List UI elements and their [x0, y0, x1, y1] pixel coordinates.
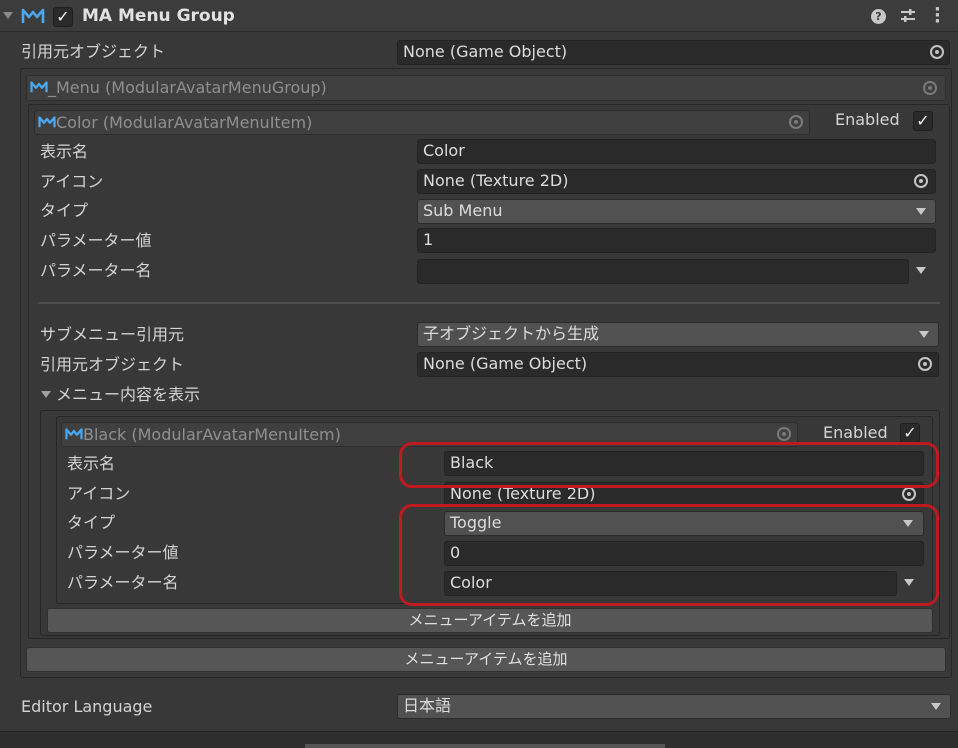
- modular-avatar-logo-icon: [30, 81, 48, 93]
- black-enabled-label: Enabled: [823, 423, 888, 442]
- color-display-name-field[interactable]: Color: [417, 139, 936, 164]
- color-submenu-source-dropdown[interactable]: 子オブジェクトから生成: [417, 322, 939, 347]
- component-title: MA Menu Group: [82, 6, 235, 26]
- color-param-value-field[interactable]: 1: [417, 228, 936, 253]
- black-param-name-label: パラメーター名: [67, 573, 179, 592]
- black-object-label: Black (ModularAvatarMenuItem): [83, 425, 341, 444]
- kebab-menu-icon[interactable]: · · ·: [934, 1, 941, 31]
- color-enabled-label: Enabled: [835, 110, 900, 129]
- chevron-down-icon[interactable]: [916, 267, 926, 274]
- color-submenu-source-label: サブメニュー引用元: [40, 325, 185, 344]
- color-show-contents-foldout[interactable]: メニュー内容を表示: [56, 385, 200, 405]
- menu-object-picker-icon[interactable]: [923, 81, 937, 95]
- highlight-type-params: [399, 504, 939, 606]
- menu-object-label: _Menu (ModularAvatarMenuGroup): [48, 78, 327, 97]
- add-menu-item-button-outer[interactable]: メニューアイテムを追加: [26, 647, 946, 672]
- group-source-label: 引用元オブジェクト: [21, 42, 166, 61]
- foldout-arrow-icon[interactable]: [3, 12, 13, 19]
- chevron-down-icon: [919, 331, 929, 338]
- color-param-value-label: パラメーター値: [40, 231, 152, 250]
- editor-language-label: Editor Language: [21, 697, 153, 716]
- highlight-display-name: [399, 442, 939, 488]
- modular-avatar-logo-icon: [65, 428, 83, 440]
- group-source-field[interactable]: None (Game Object): [397, 40, 950, 65]
- preset-icon[interactable]: [899, 8, 917, 24]
- color-object-field[interactable]: Color (ModularAvatarMenuItem): [34, 110, 810, 135]
- color-type-label: タイプ: [40, 201, 89, 220]
- color-source-object-field[interactable]: None (Game Object): [417, 352, 939, 377]
- chevron-down-icon: [916, 208, 926, 215]
- color-object-label: Color (ModularAvatarMenuItem): [56, 113, 313, 132]
- color-param-name-label: パラメーター名: [40, 261, 152, 280]
- black-object-picker-icon[interactable]: [777, 427, 791, 441]
- menu-object-field[interactable]: _Menu (ModularAvatarMenuGroup): [26, 75, 946, 101]
- color-object-picker-icon[interactable]: [789, 115, 803, 129]
- color-enabled-checkbox[interactable]: ✓: [913, 111, 933, 131]
- add-menu-item-button-inner[interactable]: メニューアイテムを追加: [47, 608, 933, 633]
- black-icon-label: アイコン: [67, 484, 131, 503]
- color-display-name-label: 表示名: [40, 142, 89, 161]
- color-source-object-label: 引用元オブジェクト: [40, 355, 185, 374]
- black-param-value-label: パラメーター値: [67, 543, 179, 562]
- component-enabled-checkbox[interactable]: ✓: [53, 7, 73, 27]
- black-icon-picker-icon[interactable]: [902, 487, 916, 501]
- modular-avatar-logo-icon: [38, 116, 56, 128]
- chevron-down-icon: [931, 703, 941, 710]
- color-icon-field[interactable]: None (Texture 2D): [417, 169, 936, 194]
- color-type-dropdown[interactable]: Sub Menu: [417, 199, 936, 224]
- scroll-handle[interactable]: [305, 744, 665, 748]
- divider: [38, 302, 940, 304]
- group-source-picker-icon[interactable]: [930, 45, 944, 59]
- color-icon-picker-icon[interactable]: [914, 174, 928, 188]
- color-icon-label: アイコン: [40, 172, 104, 191]
- modular-avatar-logo-icon: [21, 8, 45, 23]
- black-type-label: タイプ: [67, 513, 116, 532]
- black-enabled-checkbox[interactable]: ✓: [900, 423, 920, 443]
- color-source-object-picker-icon[interactable]: [918, 357, 932, 371]
- black-display-name-label: 表示名: [67, 454, 116, 473]
- editor-language-dropdown[interactable]: 日本語: [397, 694, 951, 719]
- foldout-expanded-icon[interactable]: [41, 391, 51, 398]
- color-param-name-field[interactable]: [417, 259, 909, 284]
- help-icon[interactable]: ?: [871, 9, 886, 24]
